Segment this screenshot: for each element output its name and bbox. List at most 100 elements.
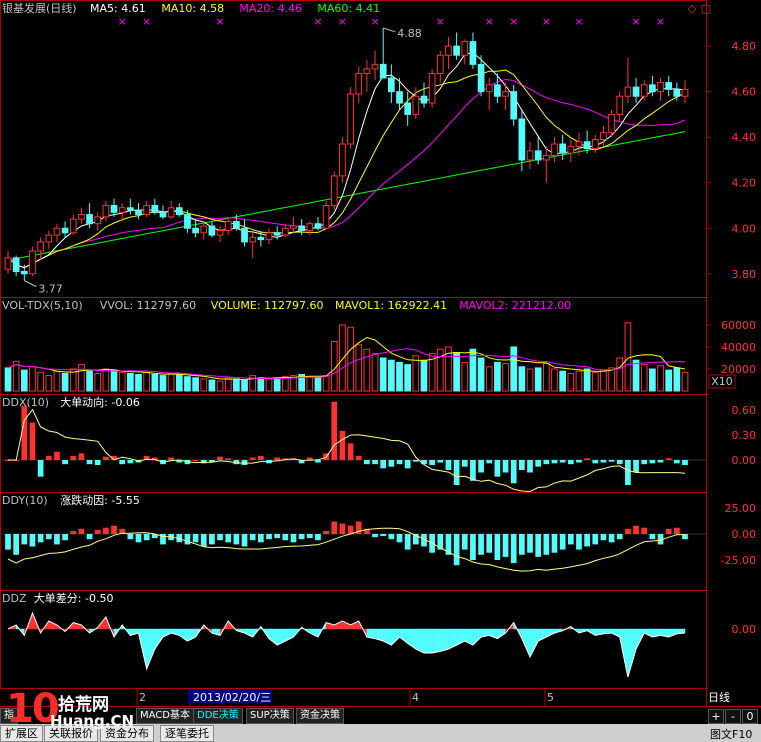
chart-canvas[interactable]: 4.80 4.60 4.40 4.20 4.00 3.80 4.88 3.77 × × × × × × × ×… <box>0 0 761 742</box>
ddx-bar-negative <box>576 460 582 463</box>
volume-bar-up <box>600 369 607 392</box>
ddx-bar-negative <box>94 460 101 465</box>
volume-legend-item-3: MAVOL1: 162922.41 <box>335 299 447 312</box>
candle-down <box>110 204 118 213</box>
candle-down <box>583 141 591 150</box>
ddx-bar-negative <box>119 460 126 465</box>
main-legend-item-3: MA60: 4.41 <box>317 2 380 15</box>
ddx-tick-label: 0.30 <box>732 429 757 442</box>
candle-down <box>534 150 542 161</box>
candle-down <box>559 143 567 154</box>
zoom-controls: + -0 <box>708 709 759 724</box>
ddy-bar-negative <box>567 534 574 545</box>
candle-up <box>575 141 583 147</box>
f10-button[interactable]: 图文F10 <box>710 726 752 742</box>
ddx-bar-negative <box>535 460 542 467</box>
candle-down <box>632 86 640 97</box>
ddy-bar-negative <box>184 534 191 545</box>
volume-legend-item-2: VOLUME: 112797.60 <box>211 299 324 312</box>
ddy-bar-positive <box>103 527 109 534</box>
ddx-tick-label: 0.60 <box>732 404 757 417</box>
tab-2[interactable]: DDE决策 <box>193 708 243 724</box>
ddx-bar-negative <box>62 460 68 465</box>
candle-up <box>265 232 273 241</box>
ddy-bar-negative <box>209 534 215 545</box>
ddy-bar-positive <box>347 525 354 534</box>
candle-up <box>485 84 493 93</box>
candle-up <box>412 95 420 115</box>
tab-3[interactable]: SUP决策 <box>246 708 294 724</box>
ddx-bar-positive <box>217 456 223 460</box>
volume-bar-down <box>518 366 526 392</box>
candle-down <box>404 102 412 115</box>
signal-marker: × <box>436 15 445 28</box>
volume-bar-up <box>567 372 575 392</box>
ddy-bar-positive <box>111 525 117 534</box>
candle-down <box>477 63 485 93</box>
candle-up <box>600 132 607 140</box>
candle-down <box>151 204 159 213</box>
ddx-bar-negative <box>486 460 493 464</box>
main-legend-item-0: MA5: 4.61 <box>90 2 146 15</box>
ddy-bar-negative <box>315 534 321 541</box>
ddx-bar-positive <box>54 451 60 460</box>
ddy-bar-negative <box>559 534 566 550</box>
bottom-button-3[interactable]: 逐笔委托 <box>160 725 214 742</box>
time-label: 4 <box>412 691 419 704</box>
reset-button[interactable]: 0 <box>742 709 758 724</box>
price-tick-label: 4.20 <box>732 177 757 190</box>
signal-marker: × <box>574 15 583 28</box>
ddy-bar-negative <box>592 534 599 545</box>
ma10-line <box>7 69 686 269</box>
ddx-bar-negative <box>421 460 427 465</box>
period-label: 日线 <box>708 691 730 704</box>
candle-up <box>347 93 354 145</box>
ma20-line <box>7 78 686 269</box>
ddy-bar-negative <box>37 534 44 543</box>
tab-4[interactable]: 资金决策 <box>296 708 344 724</box>
volume-bar-up <box>224 377 232 392</box>
volume-bar-down <box>233 378 240 392</box>
ddy-bar-negative <box>306 534 313 539</box>
ddx-bar-negative <box>445 460 452 470</box>
candle-up <box>69 218 77 234</box>
candle-down <box>379 63 387 79</box>
ddy-bar-positive <box>665 528 672 534</box>
ddz-area-segment <box>611 628 620 638</box>
ddy-bar-negative <box>127 534 134 540</box>
volume-bar-up <box>526 368 534 392</box>
volume-bar-up <box>616 357 624 392</box>
ddx-bar-negative <box>396 460 403 465</box>
volume-bar-down <box>273 377 281 392</box>
candle-up <box>290 225 297 229</box>
ddy-bar-negative <box>649 534 656 540</box>
zoom-in-button[interactable]: + <box>708 709 724 724</box>
candle-down <box>233 220 240 229</box>
volume-bar-up <box>339 324 346 392</box>
ddz-area-segment <box>440 628 449 652</box>
candle-up <box>567 145 575 154</box>
volume-bar-up <box>167 372 175 392</box>
ddy-bar-positive <box>625 528 631 534</box>
candle-up <box>657 82 664 93</box>
tab-1[interactable]: MACD基本 <box>136 708 194 724</box>
ddy-bar-negative <box>45 534 52 540</box>
candle-up <box>53 227 61 236</box>
volume-bar-up <box>78 364 85 392</box>
candle-up <box>306 223 314 232</box>
candle-up <box>143 204 151 216</box>
time-label: 5 <box>547 691 554 704</box>
signal-marker: × <box>338 15 347 28</box>
ddy-bar-negative <box>54 534 60 545</box>
ddy-bar-negative <box>217 534 223 541</box>
zoom-out-button[interactable]: - <box>725 709 741 724</box>
candle-up <box>445 45 452 56</box>
volume-bar-up <box>102 368 110 392</box>
volume-bar-down <box>86 370 93 392</box>
volume-bar-up <box>551 368 558 392</box>
ddx-bar-negative <box>380 460 387 469</box>
signal-marker: × <box>631 15 640 28</box>
volume-legend-item-4: MAVOL2: 221212.00 <box>459 299 571 312</box>
diamond-icon: ◇ <box>688 2 697 15</box>
volume-bar-up <box>347 326 354 392</box>
